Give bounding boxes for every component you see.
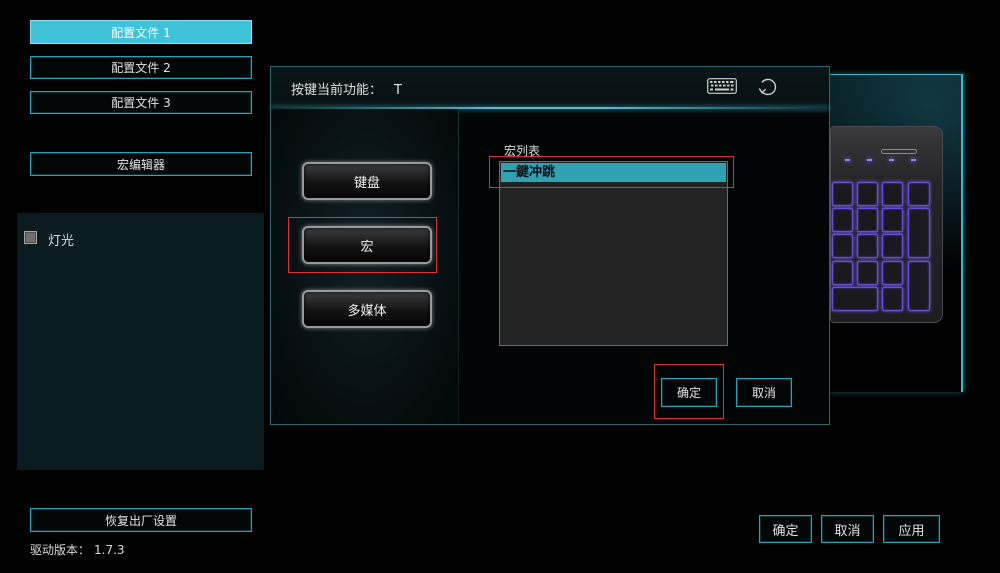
panel-divider	[458, 109, 459, 424]
macro-list-label: 宏列表	[504, 144, 541, 158]
keyboard-slider-graphic	[881, 149, 917, 154]
profile-1-button[interactable]: 配置文件 1	[30, 20, 252, 44]
indicator-led	[911, 159, 916, 161]
driver-version: 驱动版本： 1.7.3	[30, 541, 125, 558]
profile-2-button[interactable]: 配置文件 2	[30, 56, 252, 79]
keycap	[882, 208, 903, 232]
keycap	[832, 182, 853, 206]
lighting-checkbox[interactable]	[24, 231, 37, 244]
keycap	[882, 261, 903, 285]
keycap	[832, 208, 853, 232]
keycap	[882, 234, 903, 258]
refresh-icon[interactable]	[757, 76, 779, 98]
macro-editor-button[interactable]: 宏编辑器	[30, 152, 252, 176]
current-function-value: T	[394, 83, 402, 98]
factory-reset-button[interactable]: 恢复出厂设置	[30, 508, 252, 532]
lighting-panel: 灯光	[17, 213, 264, 470]
profile-3-button[interactable]: 配置文件 3	[30, 91, 252, 114]
category-panel	[271, 109, 458, 424]
dialog-cancel-button[interactable]: 取消	[736, 378, 792, 407]
keycap	[857, 261, 878, 285]
keycap	[908, 208, 930, 258]
ok-button[interactable]: 确定	[759, 515, 812, 543]
indicator-led	[889, 159, 894, 161]
indicator-led	[867, 159, 872, 161]
keycap	[832, 261, 853, 285]
keycap	[832, 234, 853, 258]
keycap	[882, 287, 903, 311]
keyboard-icon[interactable]	[707, 78, 737, 94]
keyboard-preview-panel	[828, 74, 963, 392]
keycap	[857, 234, 878, 258]
category-multimedia-button[interactable]: 多媒体	[302, 290, 432, 328]
dialog-ok-button[interactable]: 确定	[661, 378, 717, 407]
version-value: 1.7.3	[94, 543, 125, 557]
category-macro-button[interactable]: 宏	[302, 226, 432, 264]
cancel-button[interactable]: 取消	[821, 515, 874, 543]
current-function: 按键当前功能： T	[291, 79, 402, 98]
keyboard-image	[830, 126, 943, 323]
lighting-label: 灯光	[48, 234, 75, 249]
keycap	[908, 182, 930, 206]
keycap	[882, 182, 903, 206]
keycap	[857, 208, 878, 232]
apply-button[interactable]: 应用	[883, 515, 940, 543]
indicator-led	[845, 159, 850, 161]
version-label: 驱动版本：	[30, 543, 91, 557]
category-keyboard-button[interactable]: 键盘	[302, 162, 432, 200]
keycap	[908, 261, 930, 311]
macro-list-item[interactable]: 一鍵冲跳	[501, 163, 726, 182]
keycap	[832, 287, 878, 311]
keycap	[857, 182, 878, 206]
macro-list[interactable]: 一鍵冲跳	[499, 161, 728, 346]
current-function-label: 按键当前功能：	[291, 83, 383, 98]
key-assignment-dialog: 按键当前功能： T 键盘 宏 多媒体 宏列表 一鍵冲跳 确定 取消	[270, 66, 830, 425]
